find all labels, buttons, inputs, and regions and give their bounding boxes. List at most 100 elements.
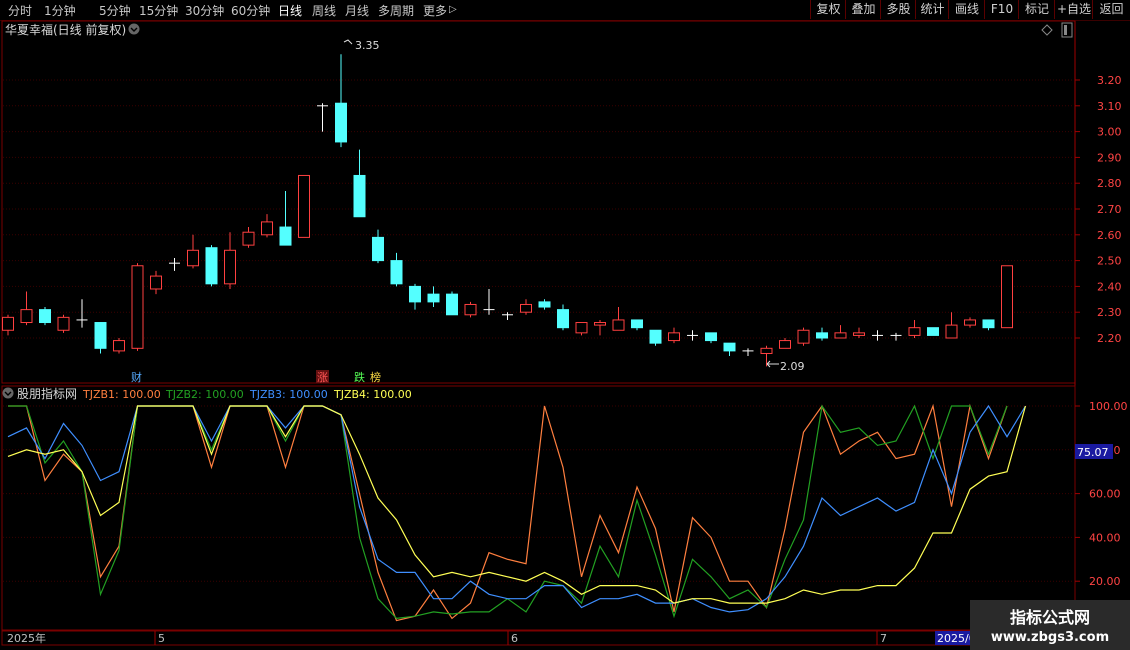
candle-body-up bbox=[464, 303, 477, 316]
candle-body-down bbox=[279, 226, 292, 246]
candle-body-up bbox=[298, 174, 310, 238]
candle bbox=[335, 54, 347, 148]
legend-tjzb4: TJZB4: 100.00 bbox=[333, 388, 412, 401]
candle-body-down bbox=[649, 329, 662, 344]
indicator-panel-frame bbox=[1, 385, 1076, 631]
indicator-dropdown-icon[interactable] bbox=[2, 387, 14, 399]
candle-body-up bbox=[520, 303, 532, 313]
candle bbox=[816, 327, 828, 341]
price-gridlines bbox=[3, 79, 1074, 339]
candle-body-up bbox=[853, 332, 865, 336]
event-marker-rank[interactable]: 榜 bbox=[370, 370, 381, 384]
candle bbox=[242, 227, 255, 248]
candle bbox=[1001, 265, 1013, 329]
candle bbox=[57, 314, 70, 333]
price-tick-label: 3.10 bbox=[1097, 100, 1122, 113]
candle bbox=[353, 149, 366, 218]
min-price-annotation: 2.09 bbox=[766, 360, 805, 373]
candle bbox=[169, 258, 180, 271]
candle bbox=[760, 345, 773, 367]
candle bbox=[834, 325, 847, 339]
candle-body-up bbox=[594, 322, 606, 326]
candle bbox=[649, 329, 662, 346]
indicator-line-tjzb2 bbox=[8, 404, 1008, 620]
candle bbox=[446, 291, 458, 316]
candle-body-down bbox=[390, 260, 403, 285]
legend-tjzb3: TJZB3: 100.00 bbox=[249, 388, 328, 401]
candle bbox=[687, 330, 698, 341]
event-marker-fall[interactable]: 跌 bbox=[354, 370, 365, 384]
candle bbox=[742, 348, 754, 357]
watermark-title: 指标公式网 bbox=[1009, 608, 1090, 627]
watermark: 指标公式网 www.zbgs3.com bbox=[970, 600, 1130, 650]
candle bbox=[39, 307, 51, 326]
candle bbox=[520, 299, 532, 315]
candle bbox=[390, 252, 403, 287]
candle bbox=[668, 327, 680, 344]
candle-body-up bbox=[612, 319, 625, 331]
price-axis-ticks: 2.20 2.30 2.40 2.50 2.60 2.70 2.80 2.90 3.00 3.10… bbox=[1075, 74, 1122, 345]
indicator-tick-label: 20.00 bbox=[1089, 575, 1121, 588]
candle bbox=[187, 234, 199, 269]
candle bbox=[779, 338, 791, 349]
price-tick-label: 3.00 bbox=[1097, 126, 1122, 139]
candle bbox=[557, 304, 569, 331]
indicator-tick-label: 100.00 bbox=[1089, 400, 1128, 413]
candle bbox=[113, 338, 125, 354]
indicator-axis-ticks: 20.0040.0060.0080.00100.00 bbox=[1075, 400, 1128, 588]
candle-body-down bbox=[409, 285, 421, 303]
candle-body-up bbox=[797, 329, 810, 344]
candle-body-down bbox=[446, 293, 458, 316]
candle bbox=[982, 319, 995, 331]
candle bbox=[76, 299, 88, 328]
candle bbox=[20, 291, 33, 326]
candle-body-down bbox=[353, 174, 366, 218]
date-label-year: 2025年 bbox=[7, 631, 46, 645]
price-tick-label: 2.80 bbox=[1097, 177, 1122, 190]
candle bbox=[205, 245, 218, 287]
candle-body-down bbox=[816, 332, 828, 339]
candle-body-up bbox=[834, 332, 847, 339]
indicator-line-tjzb4 bbox=[7, 405, 1027, 604]
stock-title: 华夏幸福(日线 前复权) bbox=[5, 22, 126, 37]
price-tick-label: 3.20 bbox=[1097, 74, 1122, 87]
price-tick-label: 2.40 bbox=[1097, 280, 1122, 293]
candle bbox=[575, 322, 588, 336]
candle bbox=[890, 332, 902, 341]
candle bbox=[224, 232, 236, 289]
candle-body-up bbox=[779, 340, 791, 349]
price-tick-label: 2.90 bbox=[1097, 151, 1122, 164]
candle bbox=[927, 327, 939, 336]
candle-body-up bbox=[20, 309, 33, 324]
legend-tjzb1: TJZB1: 100.00 bbox=[82, 388, 161, 401]
candle-body-down bbox=[927, 327, 939, 336]
min-price-label: 2.09 bbox=[780, 360, 805, 373]
candle bbox=[631, 319, 643, 331]
cursor-value-label: 75.07 bbox=[1077, 446, 1109, 459]
candle bbox=[2, 314, 14, 336]
candle-body-up bbox=[261, 221, 273, 236]
indicator-name: 股朋指标网 bbox=[17, 386, 77, 401]
candle bbox=[150, 270, 162, 295]
candle-body-up bbox=[760, 347, 773, 354]
indicator-line-tjzb1 bbox=[8, 403, 1008, 622]
candle-body-up bbox=[945, 324, 958, 339]
event-marker-rise[interactable]: 涨 bbox=[317, 371, 328, 384]
event-marker-finance[interactable]: 财 bbox=[131, 370, 142, 384]
candle-body-down bbox=[557, 309, 569, 329]
candle bbox=[427, 286, 440, 308]
candle-body-up bbox=[908, 327, 921, 336]
indicator-series bbox=[7, 403, 1027, 622]
indicator-gridlines bbox=[3, 405, 1074, 582]
candle-body-up bbox=[57, 316, 70, 331]
candle-body-up bbox=[150, 275, 162, 290]
title-dropdown-icon[interactable] bbox=[128, 23, 140, 35]
candle-body-down bbox=[372, 236, 384, 262]
candle bbox=[853, 327, 865, 338]
date-label-may: 5 bbox=[158, 632, 165, 645]
date-label-july: 7 bbox=[880, 632, 887, 645]
candle bbox=[612, 307, 625, 331]
candle-body-up bbox=[2, 316, 14, 331]
diamond-icon[interactable] bbox=[1041, 24, 1053, 36]
candle-body-up bbox=[964, 319, 976, 326]
